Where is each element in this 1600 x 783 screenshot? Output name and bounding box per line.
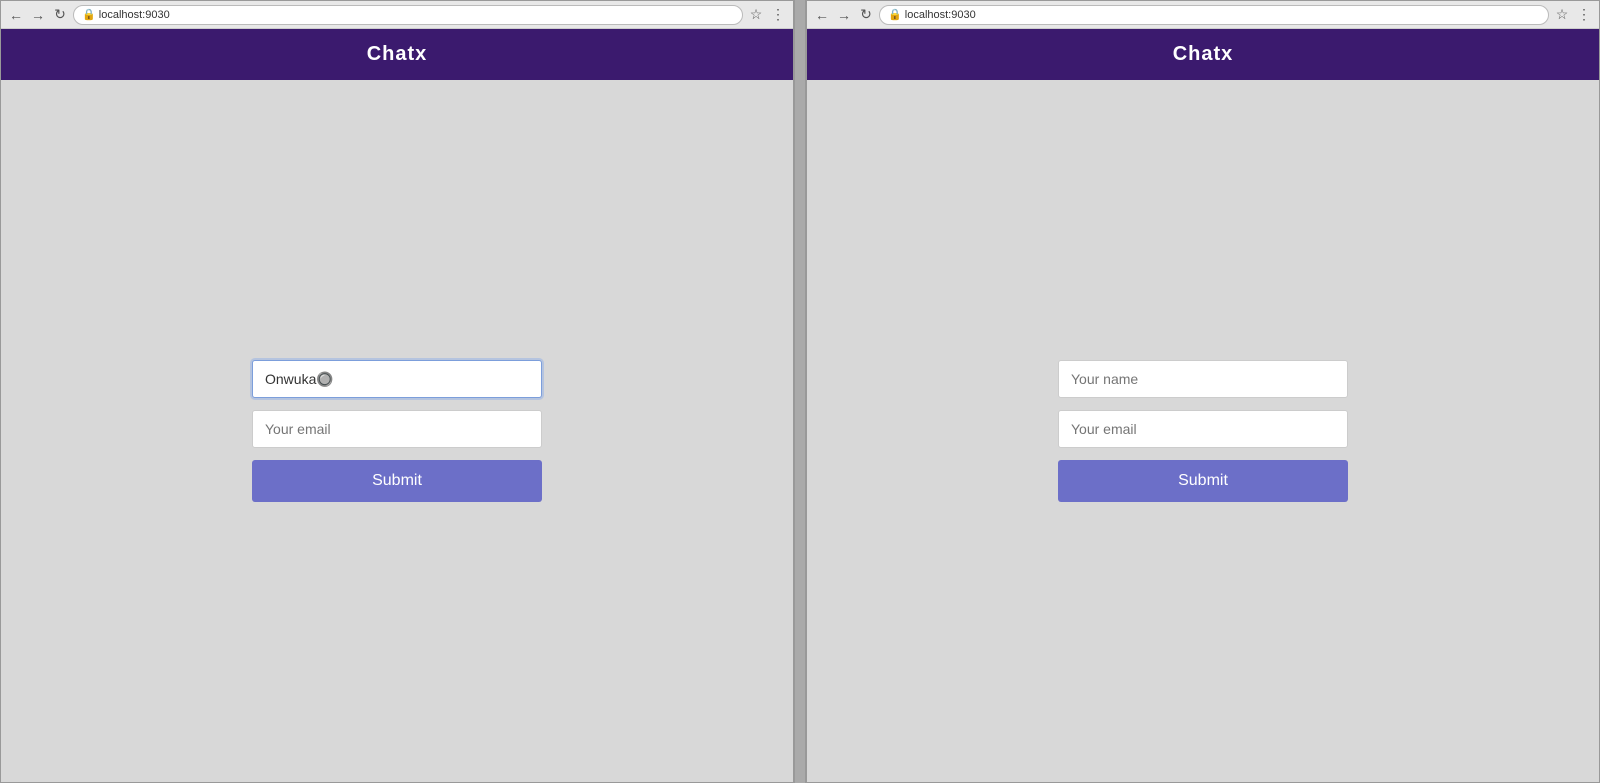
right-app-body: Submit <box>807 80 1599 782</box>
panel-divider <box>794 0 806 783</box>
address-bar-left[interactable]: 🔒 localhost:9030 <box>73 5 743 25</box>
right-form-container: Submit <box>1058 360 1348 502</box>
right-app-header: Chatx <box>807 29 1599 80</box>
url-left: localhost:9030 <box>99 9 170 21</box>
right-app-title: Chatx <box>1173 43 1234 65</box>
lock-icon: 🔒 <box>82 8 96 21</box>
left-app-container: Chatx Submit <box>1 29 793 782</box>
left-app-header: Chatx <box>1 29 793 80</box>
right-bookmark-button[interactable]: ☆ <box>1553 6 1571 24</box>
right-app-container: Chatx Submit <box>807 29 1599 782</box>
forward-button[interactable]: → <box>29 6 47 24</box>
left-app-body: Submit <box>1 80 793 782</box>
left-app-title: Chatx <box>367 43 428 65</box>
right-browser-panel: ← → ↻ 🔒 localhost:9030 ☆ ⋮ Chatx Submit <box>806 0 1600 783</box>
left-submit-button[interactable]: Submit <box>252 460 542 502</box>
right-back-button[interactable]: ← <box>813 6 831 24</box>
menu-button[interactable]: ⋮ <box>769 6 787 24</box>
right-reload-button[interactable]: ↻ <box>857 6 875 24</box>
reload-button[interactable]: ↻ <box>51 6 69 24</box>
right-email-input[interactable] <box>1058 410 1348 448</box>
right-forward-button[interactable]: → <box>835 6 853 24</box>
right-lock-icon: 🔒 <box>888 8 902 21</box>
left-name-input[interactable] <box>252 360 542 398</box>
url-right: localhost:9030 <box>905 9 976 21</box>
address-bar-right[interactable]: 🔒 localhost:9030 <box>879 5 1549 25</box>
right-submit-button[interactable]: Submit <box>1058 460 1348 502</box>
back-button[interactable]: ← <box>7 6 25 24</box>
right-menu-button[interactable]: ⋮ <box>1575 6 1593 24</box>
left-browser-chrome: ← → ↻ 🔒 localhost:9030 ☆ ⋮ <box>1 1 793 29</box>
left-browser-panel: ← → ↻ 🔒 localhost:9030 ☆ ⋮ Chatx Submit <box>0 0 794 783</box>
right-name-input[interactable] <box>1058 360 1348 398</box>
bookmark-button[interactable]: ☆ <box>747 6 765 24</box>
left-email-input[interactable] <box>252 410 542 448</box>
left-form-container: Submit <box>252 360 542 502</box>
right-browser-chrome: ← → ↻ 🔒 localhost:9030 ☆ ⋮ <box>807 1 1599 29</box>
